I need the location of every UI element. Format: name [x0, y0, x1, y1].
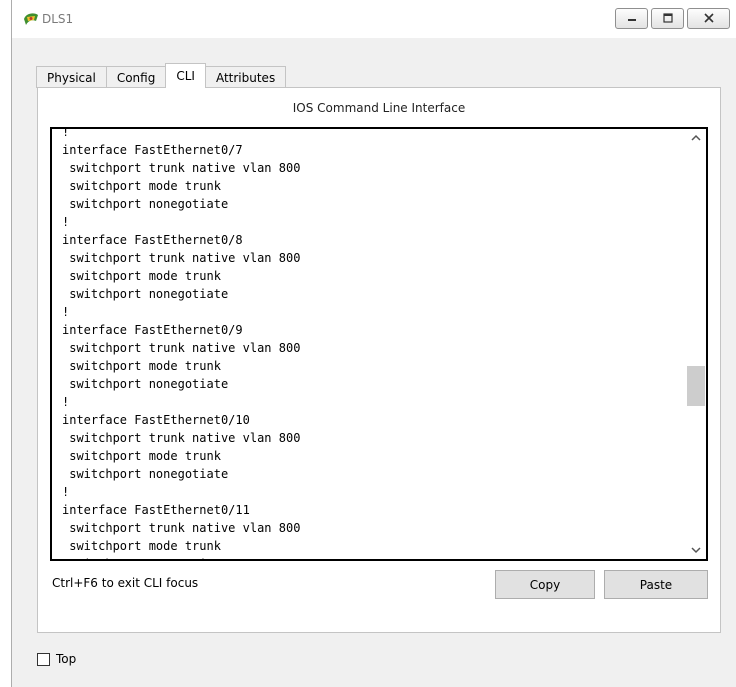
terminal-line: interface FastEthernet0/10 — [62, 413, 250, 427]
tab-cli[interactable]: CLI — [165, 63, 206, 88]
minimize-button[interactable] — [615, 8, 648, 29]
terminal-line: interface FastEthernet0/7 — [62, 143, 243, 157]
terminal-line: switchport nonegotiate — [62, 287, 229, 301]
terminal-line: switchport trunk native vlan 800 — [62, 521, 301, 535]
maximize-button[interactable] — [651, 8, 684, 29]
tab-physical[interactable]: Physical — [36, 66, 107, 88]
terminal-line: switchport nonegotiate — [62, 555, 300, 559]
device-window: DLS1 Physical Config CLI Attributes IOS … — [11, 0, 736, 687]
top-option[interactable]: Top — [37, 651, 76, 667]
minimize-icon — [626, 12, 638, 26]
close-icon — [703, 12, 715, 26]
terminal-line: ! — [62, 127, 70, 139]
maximize-icon — [662, 12, 674, 26]
cli-panel: IOS Command Line Interface ! interface Fa… — [37, 87, 721, 633]
window-title: DLS1 — [42, 12, 74, 26]
terminal-line: ! — [62, 305, 70, 319]
terminal-line: interface FastEthernet0/11 — [62, 503, 250, 517]
terminal-line: switchport trunk native vlan 800 — [62, 161, 301, 175]
terminal-line: switchport trunk native vlan 800 — [62, 341, 301, 355]
terminal-scrollbar[interactable] — [686, 129, 706, 559]
exit-focus-hint: Ctrl+F6 to exit CLI focus — [52, 576, 199, 590]
terminal-line: interface FastEthernet0/9 — [62, 323, 243, 337]
terminal-line: switchport nonegotiate — [62, 467, 229, 481]
terminal-line: switchport mode trunk — [62, 269, 221, 283]
terminal-line: switchport mode trunk — [62, 179, 221, 193]
copy-button[interactable]: Copy — [495, 570, 595, 599]
scroll-thumb[interactable] — [687, 366, 705, 407]
tab-bar: Physical Config CLI Attributes — [36, 63, 287, 88]
terminal-line: switchport mode trunk — [62, 359, 221, 373]
terminal-line: switchport trunk native vlan 800 — [62, 251, 301, 265]
terminal-output: ! interface FastEthernet0/7 switchport tr… — [62, 127, 301, 559]
terminal-line: interface FastEthernet0/8 — [62, 233, 243, 247]
terminal-line: switchport trunk native vlan 800 — [62, 431, 301, 445]
terminal-line: ! — [62, 485, 70, 499]
scroll-down-button[interactable] — [686, 541, 706, 559]
cli-heading: IOS Command Line Interface — [292, 101, 466, 115]
terminal-line: ! — [62, 215, 70, 229]
close-button[interactable] — [687, 8, 730, 29]
terminal-line: switchport mode trunk — [62, 539, 221, 553]
cli-terminal[interactable]: ! interface FastEthernet0/7 switchport tr… — [50, 127, 708, 561]
top-checkbox[interactable] — [37, 652, 50, 666]
tab-attributes[interactable]: Attributes — [204, 66, 287, 88]
terminal-line: switchport nonegotiate — [62, 377, 229, 391]
packet-tracer-switch-icon — [22, 11, 40, 27]
chevron-up-icon — [691, 131, 701, 145]
terminal-line: switchport nonegotiate — [62, 197, 229, 211]
title-bar[interactable]: DLS1 — [12, 0, 736, 38]
terminal-line: switchport mode trunk — [62, 449, 221, 463]
tab-config[interactable]: Config — [105, 66, 167, 88]
chevron-down-icon — [691, 543, 701, 557]
paste-button[interactable]: Paste — [604, 570, 708, 599]
top-checkbox-label: Top — [56, 652, 77, 666]
terminal-line: ! — [62, 395, 70, 409]
scroll-up-button[interactable] — [686, 129, 706, 147]
